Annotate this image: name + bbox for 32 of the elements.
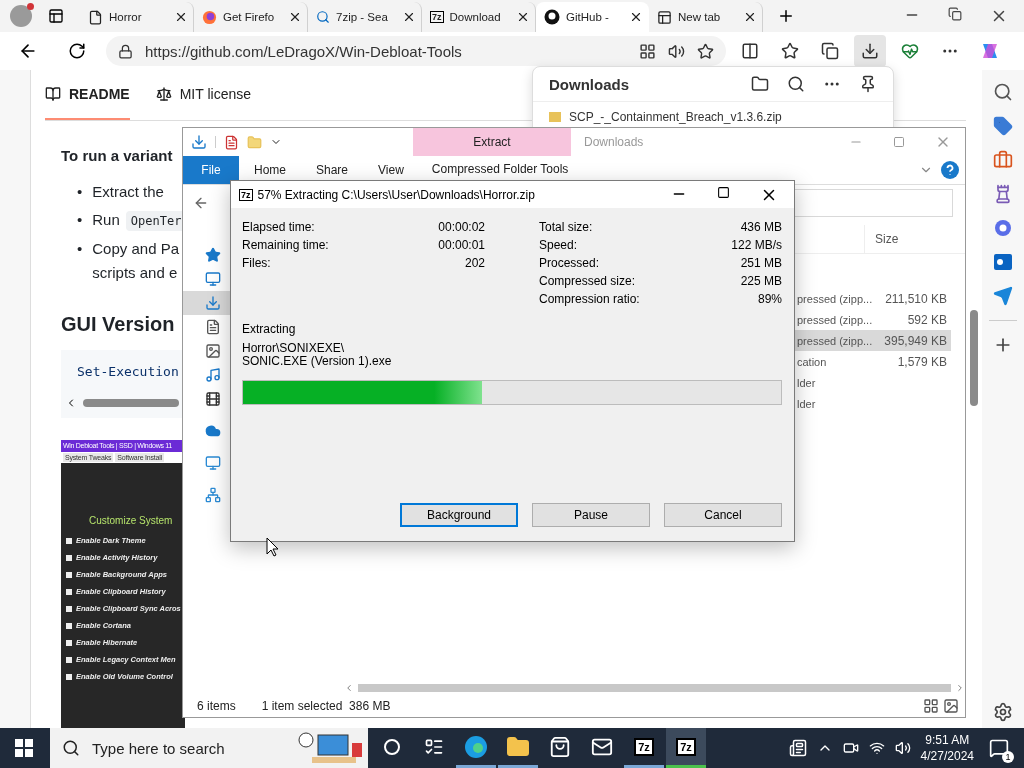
panel-title: Downloads <box>549 75 630 93</box>
stat-label: Processed: <box>539 256 601 270</box>
status-text: 6 items <box>197 699 236 713</box>
stat-label: Files: <box>242 256 272 270</box>
section-heading: GUI Version <box>61 313 175 336</box>
bullet: • <box>77 210 83 230</box>
window-title: Downloads <box>584 135 645 149</box>
bullet: • <box>77 239 83 259</box>
stat-value: 122 MB/s <box>731 238 782 252</box>
stat-label: Total size: <box>539 220 594 234</box>
stat-value: 202 <box>463 256 485 270</box>
stat-label: Elapsed time: <box>242 220 316 234</box>
stat-label: Speed: <box>539 238 579 252</box>
stat-value: 251 MB <box>739 256 782 270</box>
context-tab-header: Extract <box>413 128 571 156</box>
bullet: • <box>77 182 83 202</box>
7z-logo-icon: 7z <box>430 11 444 23</box>
paragraph: To run a variant <box>61 147 173 164</box>
status-label: Extracting <box>242 322 297 336</box>
window-title: 57% Extracting C:\Users\User\Downloads\Horror.zip <box>257 187 536 202</box>
status-text: 1 item selected 386 MB <box>261 699 391 713</box>
7z-logo-icon: 7z <box>239 188 253 201</box>
stat-label: Compressed size: <box>539 274 637 288</box>
list-item: Extract the <box>92 182 164 202</box>
list-item: Copy and Pa scripts and e <box>92 239 179 283</box>
stat-value: 225 MB <box>739 274 782 288</box>
stat-label: Compression ratio: <box>539 292 641 306</box>
stat-value: 00:00:01 <box>438 238 485 252</box>
stat-value: 00:00:02 <box>438 220 485 234</box>
stat-label: Remaining time: <box>242 238 330 252</box>
stat-value: 436 MB <box>739 220 782 234</box>
stat-value: 89% <box>756 292 782 306</box>
